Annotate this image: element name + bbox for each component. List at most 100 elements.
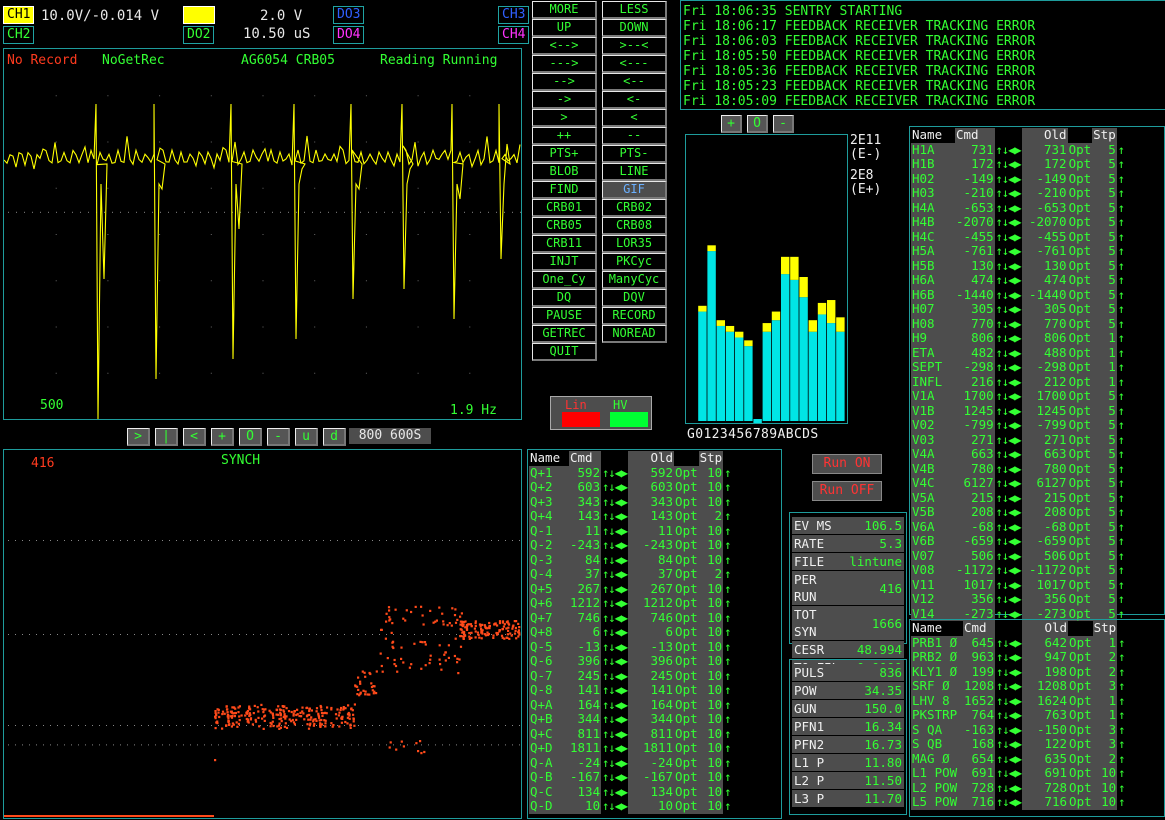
knob-opt-button[interactable]: Opt [1068,678,1093,694]
arrow-right-icon[interactable]: ▶ [1014,259,1021,273]
knob-step-arrows[interactable]: ↑↓◀▶ [995,360,1022,375]
arrow-right-icon[interactable]: ▶ [1014,201,1021,215]
knob-step-arrows[interactable]: ↑↓◀▶ [995,172,1022,187]
knob-cmd-value[interactable]: 654 [963,751,996,766]
knob-step-arrows[interactable]: ↑↓◀▶ [601,480,628,495]
knob-step-arrows[interactable]: ↑↓◀▶ [995,563,1022,578]
arrow-right-icon[interactable]: ▶ [621,596,628,610]
knob-step-up-icon[interactable]: ↑ [1117,491,1125,506]
knob-step-up-icon[interactable]: ↑ [1117,215,1125,230]
knob-step-up-icon[interactable]: ↑ [1117,433,1125,448]
scope-down-button[interactable]: d [323,428,346,446]
knob-step-value[interactable]: 10 [698,711,724,727]
knob-opt-button[interactable]: Opt [1067,156,1093,172]
knob-cmd-value[interactable]: -13 [569,639,602,654]
command-button-x[interactable]: -> [532,91,597,109]
knob-cmd-value[interactable]: 164 [569,697,602,712]
knob-step-arrows[interactable]: ↑↓◀▶ [601,582,628,597]
arrow-right-icon[interactable]: ▶ [621,567,628,581]
knob-step-value[interactable]: 1 [1092,330,1117,346]
knob-step-arrows[interactable]: ↑↓◀▶ [601,770,628,785]
command-button-gif[interactable]: GIF [602,181,667,199]
knob-opt-button[interactable]: Opt [1067,330,1093,346]
arrow-right-icon[interactable]: ▶ [1015,737,1022,751]
knob-opt-button[interactable]: Opt [674,465,699,480]
knob-step-arrows[interactable]: ↑↓◀▶ [995,737,1022,752]
command-button-x[interactable]: <- [602,91,667,109]
command-button-x[interactable]: <-- [602,73,667,91]
knob-step-value[interactable]: 5 [1092,548,1117,563]
knob-step-up-icon[interactable]: ↑ [1117,766,1125,781]
knob-opt-button[interactable]: Opt [1067,316,1093,331]
knob-step-up-icon[interactable]: ↑ [1117,520,1125,535]
knob-step-up-icon[interactable]: ↑ [1117,317,1125,332]
arrow-right-icon[interactable]: ▶ [1014,273,1021,287]
knob-step-arrows[interactable]: ↑↓◀▶ [995,534,1022,549]
knob-step-value[interactable]: 10 [698,523,724,538]
knob-step-arrows[interactable]: ↑↓◀▶ [601,509,628,524]
knob-step-value[interactable]: 10 [698,479,724,495]
knob-step-value[interactable]: 5 [1092,577,1117,592]
arrow-right-icon[interactable]: ▶ [621,611,628,625]
command-button-crb01[interactable]: CRB01 [532,199,597,217]
knob-opt-button[interactable]: Opt [1067,214,1093,230]
command-button-blob[interactable]: BLOB [532,163,597,181]
knob-step-up-icon[interactable]: ↑ [1117,563,1125,578]
arrow-right-icon[interactable]: ▶ [1015,723,1022,737]
knob-opt-button[interactable]: Opt [674,537,699,553]
knob-cmd-value[interactable]: -68 [955,519,995,534]
do4-toggle[interactable]: DO4 [333,26,365,44]
knob-step-value[interactable]: 10 [698,494,724,509]
knob-step-up-icon[interactable]: ↑ [723,625,731,640]
knob-opt-button[interactable]: Opt [674,755,699,770]
knob-step-up-icon[interactable]: ↑ [723,727,731,742]
knob-step-arrows[interactable]: ↑↓◀▶ [995,592,1022,607]
knob-step-up-icon[interactable]: ↑ [723,480,731,495]
command-button-less[interactable]: LESS [602,1,667,19]
knob-step-up-icon[interactable]: ↑ [1117,781,1125,796]
knob-opt-button[interactable]: Opt [1067,533,1093,549]
arrow-right-icon[interactable]: ▶ [1014,491,1021,505]
knob-cmd-value[interactable]: 130 [955,258,995,273]
knob-opt-button[interactable]: Opt [1068,722,1093,737]
knob-step-value[interactable]: 2 [1092,664,1118,679]
knob-cmd-value[interactable]: 143 [569,508,602,524]
synch-scatter-canvas[interactable] [4,450,521,818]
arrow-right-icon[interactable]: ▶ [621,582,628,596]
knob-step-up-icon[interactable]: ↑ [1117,404,1125,419]
command-button-crb08[interactable]: CRB08 [602,217,667,235]
knob-step-value[interactable]: 5 [1092,403,1117,418]
knob-opt-button[interactable]: Opt [674,508,699,524]
scope-marker-button[interactable]: | [155,428,178,446]
knob-step-arrows[interactable]: ↑↓◀▶ [995,679,1022,694]
knob-opt-button[interactable]: Opt [1067,490,1093,505]
knob-opt-button[interactable]: Opt [1067,417,1093,433]
arrow-right-icon[interactable]: ▶ [1014,578,1021,592]
scope-next-button[interactable]: > [127,428,150,446]
knob-step-up-icon[interactable]: ↑ [1117,447,1125,462]
knob-step-arrows[interactable]: ↑↓◀▶ [995,404,1022,419]
knob-step-value[interactable]: 5 [1092,504,1117,520]
knob-opt-button[interactable]: Opt [1067,562,1093,578]
knob-step-arrows[interactable]: ↑↓◀▶ [995,273,1022,288]
knob-step-up-icon[interactable]: ↑ [1117,636,1125,651]
ch2-toggle[interactable]: CH2 [3,26,35,44]
arrow-right-icon[interactable]: ▶ [621,698,628,712]
arrow-right-icon[interactable]: ▶ [1014,462,1021,476]
knob-step-arrows[interactable]: ↑↓◀▶ [995,549,1022,564]
arrow-right-icon[interactable]: ▶ [1014,476,1021,490]
command-button-manycyc[interactable]: ManyCyc [602,271,667,289]
knob-opt-button[interactable]: Opt [674,668,699,683]
knob-step-value[interactable]: 10 [698,465,724,480]
knob-opt-button[interactable]: Opt [1068,794,1093,810]
knob-step-arrows[interactable]: ↑↓◀▶ [995,302,1022,317]
knob-opt-button[interactable]: Opt [1067,388,1093,404]
knob-cmd-value[interactable]: 1208 [963,678,996,694]
arrow-right-icon[interactable]: ▶ [1014,520,1021,534]
histogram-reset-button[interactable]: O [747,115,768,133]
arrow-right-icon[interactable]: ▶ [1014,447,1021,461]
knob-cmd-value[interactable]: 663 [955,446,995,462]
knob-opt-button[interactable]: Opt [674,610,699,625]
arrow-right-icon[interactable]: ▶ [1014,288,1021,302]
knob-step-value[interactable]: 1 [1092,693,1118,708]
